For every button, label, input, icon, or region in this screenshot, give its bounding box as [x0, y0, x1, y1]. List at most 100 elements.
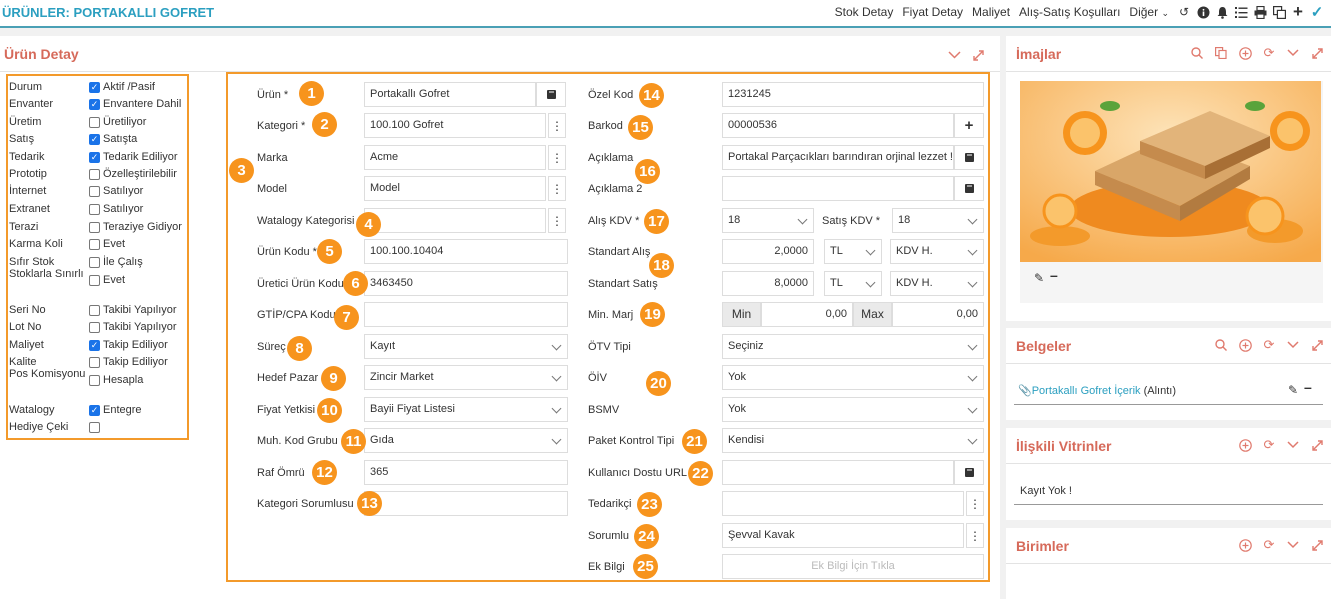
edit-icon[interactable]: ✎	[1034, 271, 1044, 285]
standart-satis-input[interactable]: 8,0000	[722, 271, 814, 296]
chevron-down-icon[interactable]	[946, 47, 962, 63]
menu-button[interactable]: ⋮	[966, 491, 984, 516]
status-checkbox[interactable]	[89, 305, 100, 316]
url-input[interactable]	[722, 460, 954, 485]
muh-kod-select[interactable]: Gıda	[364, 428, 568, 453]
book-button[interactable]	[954, 145, 984, 170]
plus-icon[interactable]: +	[1290, 2, 1306, 21]
status-checkbox[interactable]	[89, 169, 100, 180]
status-checkbox[interactable]: ✓	[89, 405, 100, 416]
belge-link[interactable]: Portakallı Gofret İçerik	[1032, 385, 1141, 397]
refresh-icon[interactable]: ⟳	[1261, 337, 1277, 353]
menu-button[interactable]: ⋮	[966, 523, 984, 548]
min-marj-input[interactable]: 0,00	[761, 302, 853, 327]
copy-icon[interactable]	[1213, 45, 1229, 61]
status-checkbox[interactable]	[89, 422, 100, 433]
add-icon[interactable]	[1237, 437, 1253, 453]
model-input[interactable]: Model	[364, 176, 546, 201]
remove-icon[interactable]: –	[1050, 267, 1058, 283]
search-icon[interactable]	[1213, 337, 1229, 353]
info-icon[interactable]	[1195, 4, 1211, 20]
search-icon[interactable]	[1189, 45, 1205, 61]
watalogy-input[interactable]	[364, 208, 546, 233]
expand-icon[interactable]	[1309, 437, 1325, 453]
expand-icon[interactable]	[1309, 45, 1325, 61]
ozel-kod-input[interactable]: 1231245	[722, 82, 984, 107]
standart-satis-kdv-select[interactable]: KDV H.	[890, 271, 984, 296]
copy-icon[interactable]	[1271, 4, 1287, 20]
barkod-input[interactable]: 00000536	[722, 113, 954, 138]
status-checkbox[interactable]	[89, 322, 100, 333]
paket-kontrol-select[interactable]: Kendisi	[722, 428, 984, 453]
tedarikci-input[interactable]	[722, 491, 964, 516]
expand-icon[interactable]	[1309, 537, 1325, 553]
max-marj-input[interactable]: 0,00	[892, 302, 984, 327]
refresh-icon[interactable]: ⟳	[1261, 45, 1277, 61]
surec-select[interactable]: Kayıt	[364, 334, 568, 359]
hedef-pazar-select[interactable]: Zincir Market	[364, 365, 568, 390]
status-checkbox[interactable]	[89, 117, 100, 128]
refresh-icon[interactable]: ⟳	[1261, 437, 1277, 453]
standart-alis-input[interactable]: 2,0000	[722, 239, 814, 264]
edit-icon[interactable]: ✎	[1288, 383, 1298, 397]
standart-alis-kdv-select[interactable]: KDV H.	[890, 239, 984, 264]
status-checkbox[interactable]: ✓	[89, 152, 100, 163]
add-icon[interactable]	[1237, 337, 1253, 353]
aciklama-2-input[interactable]	[722, 176, 954, 201]
book-button[interactable]	[536, 82, 566, 107]
menu-button[interactable]: ⋮	[548, 113, 566, 138]
urun-kodu-input[interactable]: 100.100.10404	[364, 239, 568, 264]
nav-alis-satis[interactable]: Alış-Satış Koşulları	[1019, 5, 1120, 19]
status-checkbox[interactable]	[89, 186, 100, 197]
chevron-down-icon[interactable]	[1285, 437, 1301, 453]
book-button[interactable]	[954, 176, 984, 201]
menu-button[interactable]: ⋮	[548, 208, 566, 233]
alis-kdv-select[interactable]: 18	[722, 208, 814, 233]
kategori-sorumlusu-input[interactable]	[364, 491, 568, 516]
standart-alis-currency-select[interactable]: TL	[824, 239, 882, 264]
add-barkod-button[interactable]: +	[954, 113, 984, 138]
oiv-select[interactable]: Yok	[722, 365, 984, 390]
menu-button[interactable]: ⋮	[548, 145, 566, 170]
status-checkbox[interactable]: ✓	[89, 82, 100, 93]
status-checkbox[interactable]: ✓	[89, 134, 100, 145]
check-icon[interactable]: ✓	[1309, 4, 1325, 21]
nav-stok-detay[interactable]: Stok Detay	[835, 5, 894, 19]
product-image[interactable]	[1020, 81, 1321, 262]
nav-fiyat-detay[interactable]: Fiyat Detay	[902, 5, 963, 19]
kategori-input[interactable]: 100.100 Gofret	[364, 113, 546, 138]
add-icon[interactable]	[1237, 45, 1253, 61]
status-checkbox[interactable]	[89, 357, 100, 368]
expand-icon[interactable]	[1309, 337, 1325, 353]
status-checkbox[interactable]	[89, 375, 100, 386]
sorumlu-input[interactable]: Şevval Kavak	[722, 523, 964, 548]
expand-icon[interactable]	[970, 47, 986, 63]
satis-kdv-select[interactable]: 18	[892, 208, 984, 233]
status-checkbox[interactable]: ✓	[89, 99, 100, 110]
fiyat-yetkisi-select[interactable]: Bayii Fiyat Listesi	[364, 397, 568, 422]
urun-input[interactable]: Portakallı Gofret	[364, 82, 536, 107]
standart-satis-currency-select[interactable]: TL	[824, 271, 882, 296]
history-icon[interactable]: ↺	[1176, 4, 1192, 20]
add-icon[interactable]	[1237, 537, 1253, 553]
aciklama-input[interactable]: Portakal Parçacıkları barındıran orjinal…	[722, 145, 954, 170]
status-checkbox[interactable]	[89, 239, 100, 250]
list-icon[interactable]	[1233, 4, 1249, 20]
otv-tipi-select[interactable]: Seçiniz	[722, 334, 984, 359]
gtip-input[interactable]	[364, 302, 568, 327]
refresh-icon[interactable]: ⟳	[1261, 537, 1277, 553]
raf-omru-input[interactable]: 365	[364, 460, 568, 485]
status-checkbox[interactable]	[89, 222, 100, 233]
remove-icon[interactable]: –	[1304, 379, 1312, 395]
nav-diger[interactable]: Diğer ⌄	[1129, 5, 1169, 19]
status-checkbox[interactable]	[89, 257, 100, 268]
status-checkbox[interactable]: ✓	[89, 340, 100, 351]
status-checkbox[interactable]	[89, 275, 100, 286]
book-button[interactable]	[954, 460, 984, 485]
status-checkbox[interactable]	[89, 204, 100, 215]
ek-bilgi-button[interactable]: Ek Bilgi İçin Tıkla	[722, 554, 984, 579]
uretici-kodu-input[interactable]: 3463450	[364, 271, 568, 296]
chevron-down-icon[interactable]	[1285, 45, 1301, 61]
chevron-down-icon[interactable]	[1285, 337, 1301, 353]
nav-maliyet[interactable]: Maliyet	[972, 5, 1010, 19]
